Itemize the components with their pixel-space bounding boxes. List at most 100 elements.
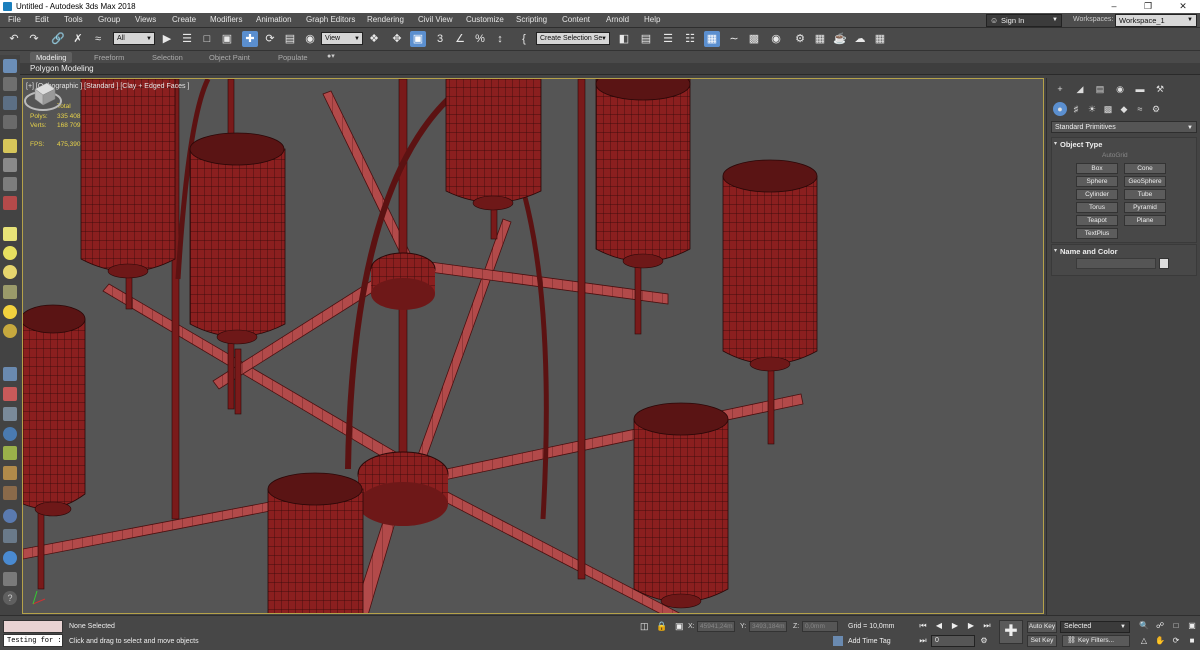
lights-category-icon[interactable]: ☀ [1085, 102, 1099, 116]
cone-button[interactable]: Cone [1124, 163, 1166, 174]
close-button[interactable]: ✕ [1166, 0, 1200, 13]
create-tab-icon[interactable]: + [1053, 82, 1067, 96]
select-and-move-icon[interactable]: ✚ [242, 31, 258, 47]
shading-icon[interactable] [3, 324, 17, 338]
cylinder-button[interactable]: Cylinder [1076, 189, 1118, 200]
spacewarps-category-icon[interactable]: ≈ [1133, 102, 1147, 116]
geometry-icon[interactable] [3, 227, 17, 241]
menu-create[interactable]: Create [172, 15, 196, 24]
ribbon-tab-populate[interactable]: Populate [272, 52, 314, 63]
display-children-icon[interactable] [3, 96, 17, 110]
shapes-category-icon[interactable]: ♯ [1069, 102, 1083, 116]
unlink-icon[interactable]: ✗ [70, 31, 86, 47]
render-in-cloud-icon[interactable]: ☁ [852, 31, 868, 47]
foliage-icon[interactable] [3, 446, 17, 460]
go-to-start-icon[interactable]: ⏮ [918, 621, 928, 631]
zoom-icon[interactable]: 🔍 [1139, 621, 1149, 631]
maxscript-listener-output[interactable] [3, 620, 63, 633]
menu-graph-editors[interactable]: Graph Editors [306, 15, 355, 24]
sign-in-dropdown[interactable]: ☺ Sign In ▼ [986, 14, 1062, 27]
render-setup-icon[interactable]: ⚙ [792, 31, 808, 47]
previous-frame-icon[interactable]: ◀ [934, 621, 944, 631]
layer-icon[interactable] [3, 572, 17, 586]
named-selection-sets[interactable]: Create Selection Se ▼ [536, 32, 610, 45]
sphere-icon[interactable] [3, 265, 17, 279]
current-frame-field[interactable]: 0 [931, 635, 975, 647]
help-icon[interactable]: ? [3, 591, 17, 605]
menu-civil-view[interactable]: Civil View [418, 15, 453, 24]
menu-group[interactable]: Group [98, 15, 120, 24]
modify-tab-icon[interactable]: ◢ [1073, 82, 1087, 96]
reference-coordinate-system[interactable]: View ▼ [321, 32, 363, 45]
snaps-toggle-icon[interactable]: 3 [432, 31, 448, 47]
orbit-icon[interactable]: ⟳ [1171, 636, 1181, 646]
autogrid-checkbox[interactable]: AutoGrid [1102, 152, 1128, 159]
toggle-ribbon-icon[interactable]: ▦ [704, 31, 720, 47]
object-type-header[interactable]: Object Type [1060, 140, 1102, 149]
torus-button[interactable]: Torus [1076, 202, 1118, 213]
ribbon-tab-object-paint[interactable]: Object Paint [203, 52, 256, 63]
helpers-category-icon[interactable]: ◆ [1117, 102, 1131, 116]
bone-icon[interactable] [3, 285, 17, 299]
geometry-category-icon[interactable]: ● [1053, 102, 1067, 116]
shape-icon[interactable] [3, 246, 17, 260]
workspace-select[interactable]: Workspace_1 ▼ [1115, 14, 1197, 27]
ribbon-tab-modeling[interactable]: Modeling [30, 52, 73, 63]
object-name-field[interactable] [1076, 258, 1156, 269]
layer-explorer-icon[interactable]: ☷ [682, 31, 698, 47]
viewport-perspective[interactable]: [+] [Orthographic ] [Standard ] [Clay + … [22, 78, 1044, 614]
ribbon-tab-selection[interactable]: Selection [146, 52, 189, 63]
go-to-end-icon[interactable]: ⏭ [982, 621, 992, 631]
zoom-all-icon[interactable]: ☍ [1155, 621, 1165, 631]
spacewarp-icon[interactable] [3, 196, 17, 210]
textplus-button[interactable]: TextPlus [1076, 228, 1118, 239]
render-sphere-icon[interactable] [3, 509, 17, 523]
time-tag-icon[interactable] [833, 636, 843, 646]
animal-icon[interactable] [3, 466, 17, 480]
set-key-button[interactable]: Set Key [1027, 635, 1057, 647]
pivot-center-icon[interactable]: ❖ [366, 31, 382, 47]
undo-icon[interactable]: ↶ [6, 31, 22, 47]
box-button[interactable]: Box [1076, 163, 1118, 174]
edit-named-selection-icon[interactable]: { [516, 31, 532, 47]
material-editor-icon[interactable]: ◉ [768, 31, 784, 47]
primitive-type-dropdown[interactable]: Standard Primitives ▼ [1051, 121, 1197, 133]
display-none-icon[interactable] [3, 77, 17, 91]
select-by-name-icon[interactable]: ☰ [179, 31, 195, 47]
menu-edit[interactable]: Edit [35, 15, 49, 24]
window-crossing-icon[interactable]: ▣ [219, 31, 235, 47]
menu-help[interactable]: Help [644, 15, 660, 24]
menu-content[interactable]: Content [562, 15, 590, 24]
maximize-button[interactable]: ❐ [1131, 0, 1165, 13]
scene-icon[interactable] [3, 551, 17, 565]
globe-icon[interactable] [3, 427, 17, 441]
rendered-frame-window-icon[interactable]: ▦ [812, 31, 828, 47]
redo-icon[interactable]: ↷ [26, 31, 42, 47]
menu-customize[interactable]: Customize [466, 15, 504, 24]
minimize-button[interactable]: – [1097, 0, 1131, 13]
cameras-category-icon[interactable]: ▩ [1101, 102, 1115, 116]
create-selection-icon[interactable] [3, 59, 17, 73]
link-icon[interactable]: 🔗 [50, 31, 66, 47]
schematic-view-icon[interactable]: ▩ [746, 31, 762, 47]
key-filters-button[interactable]: ⛓ Key Filters... [1062, 635, 1130, 647]
key-mode-select[interactable]: Selected ▼ [1060, 621, 1130, 633]
angle-snap-icon[interactable]: ∠ [452, 31, 468, 47]
teapot-button[interactable]: Teapot [1076, 215, 1118, 226]
zoom-extents-icon[interactable]: □ [1171, 621, 1181, 631]
selection-lock-icon[interactable]: 🔒 [656, 621, 667, 632]
next-frame-icon[interactable]: ▶ [966, 621, 976, 631]
ribbon-options-icon[interactable]: ●▾ [327, 52, 335, 60]
menu-rendering[interactable]: Rendering [367, 15, 404, 24]
pan-view-icon[interactable]: ✋ [1155, 636, 1165, 646]
render-production-icon[interactable]: ☕ [832, 31, 848, 47]
set-key-large-icon[interactable]: ✚ [999, 620, 1023, 644]
modifier-icon[interactable] [3, 407, 17, 421]
particle-icon[interactable] [3, 367, 17, 381]
ribbon-sub-label[interactable]: Polygon Modeling [30, 64, 94, 73]
menu-arnold[interactable]: Arnold [606, 15, 629, 24]
camera-icon[interactable] [3, 158, 17, 172]
viewcube-icon[interactable] [23, 79, 63, 115]
maxscript-mini-listener[interactable]: Testing for : [3, 634, 63, 647]
sun-icon[interactable] [3, 305, 17, 319]
